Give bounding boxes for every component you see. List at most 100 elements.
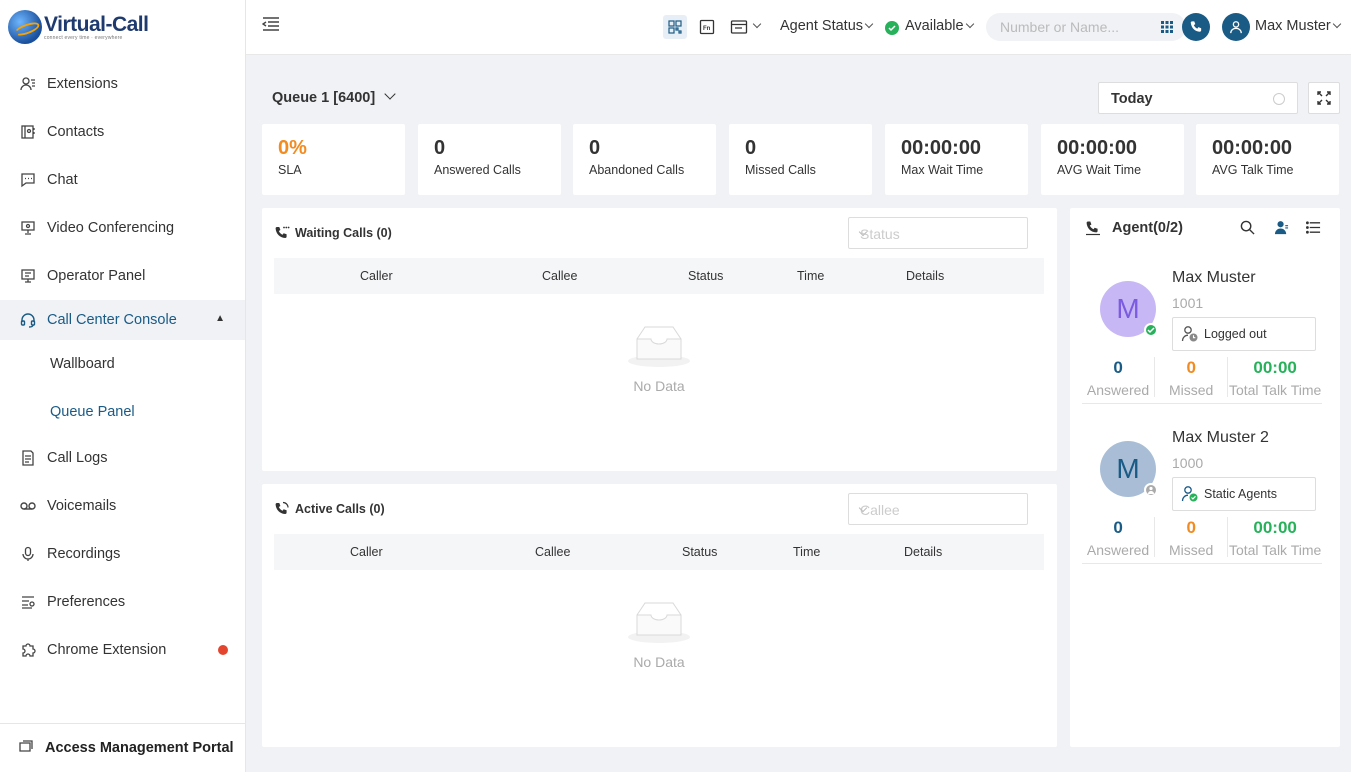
column-header-callee[interactable]: Callee — [542, 269, 577, 283]
sidebar-item-label: Chrome Extension — [47, 642, 167, 658]
agent-stats: 0 Answered 0 Missed 00:00 Total Talk Time — [1082, 517, 1322, 558]
search-icon[interactable] — [1240, 220, 1255, 238]
panel-title-text: Waiting Calls (0) — [295, 226, 392, 240]
active-calls-title: Active Calls (0) — [274, 501, 385, 517]
column-header-status[interactable]: Status — [682, 545, 717, 559]
sidebar-item-label: Call Logs — [47, 450, 108, 466]
stat-card-abandoned-calls: 0 Abandoned Calls — [573, 124, 716, 195]
phone-icon — [1086, 221, 1100, 236]
qr-code-icon[interactable] — [663, 15, 687, 39]
sidebar-item-label: Extensions — [47, 76, 118, 92]
search-input[interactable] — [1000, 19, 1150, 35]
stat-label: Abandoned Calls — [589, 163, 685, 177]
fullscreen-icon — [1317, 91, 1331, 105]
status-filter-select[interactable]: Status — [848, 217, 1028, 249]
sidebar-item-label: Call Center Console — [47, 312, 177, 328]
empty-inbox-icon — [628, 326, 690, 367]
menu-toggle-icon[interactable] — [261, 16, 280, 35]
operator-icon — [20, 268, 36, 284]
agent-panel-title: Agent(0/2) — [1085, 220, 1183, 236]
column-header-time[interactable]: Time — [793, 545, 820, 559]
sidebar-item-label: Voicemails — [47, 498, 117, 514]
sidebar-item-call-center-console[interactable]: Call Center Console ▲ — [0, 300, 245, 340]
fullscreen-button[interactable] — [1308, 82, 1340, 114]
stat-label: Answered Calls — [434, 163, 521, 177]
window-layout-icon[interactable] — [728, 15, 762, 39]
column-header-time[interactable]: Time — [797, 269, 824, 283]
column-header-caller[interactable]: Caller — [350, 545, 383, 559]
column-header-details[interactable]: Details — [904, 545, 942, 559]
sidebar: Virtual-Call connect every time · everyw… — [0, 0, 246, 772]
queue-selector[interactable]: Queue 1 [6400] — [272, 88, 396, 106]
sidebar-item-preferences[interactable]: Preferences — [0, 578, 245, 626]
svg-text:Fn: Fn — [703, 26, 711, 32]
brand-logo[interactable]: Virtual-Call connect every time · everyw… — [8, 10, 149, 44]
sidebar-item-label: Contacts — [47, 124, 105, 140]
sidebar-item-contacts[interactable]: Contacts — [0, 108, 245, 156]
chevron-up-icon[interactable]: ▲ — [215, 313, 225, 324]
stat-value: 0 — [589, 137, 601, 159]
sidebar-item-operator-panel[interactable]: Operator Panel — [0, 252, 245, 300]
sidebar-item-extensions[interactable]: Extensions — [0, 60, 245, 108]
queue-title: Queue 1 [6400] — [272, 90, 376, 106]
microphone-icon — [20, 546, 36, 562]
answered-label: Answered — [1086, 382, 1150, 398]
logged-out-user-icon — [1181, 326, 1198, 342]
dialpad-icon[interactable] — [1160, 20, 1174, 37]
sidebar-item-recordings[interactable]: Recordings — [0, 530, 245, 578]
agent-card[interactable]: M Max Muster 1001 Logged out 0 Answered 0… — [1082, 249, 1322, 404]
agent-count: Agent(0/2) — [1112, 220, 1183, 236]
portal-label: Access Management Portal — [45, 740, 234, 756]
date-range-picker[interactable]: Today — [1098, 82, 1298, 114]
waiting-calls-panel: Waiting Calls (0) Status Caller Callee S… — [262, 208, 1057, 471]
availability-dropdown[interactable]: Available — [905, 18, 974, 34]
column-header-caller[interactable]: Caller — [360, 269, 393, 283]
empty-state: No Data — [599, 325, 719, 394]
call-button[interactable] — [1182, 13, 1210, 41]
column-header-status[interactable]: Status — [688, 269, 723, 283]
function-key-icon[interactable]: Fn — [695, 15, 719, 39]
sidebar-item-voicemails[interactable]: Voicemails — [0, 482, 245, 530]
sidebar-item-chrome-extension[interactable]: Chrome Extension — [0, 626, 245, 674]
list-view-icon[interactable] — [1305, 220, 1321, 238]
stat-value: 0 — [434, 137, 446, 159]
callee-filter-select[interactable]: Callee — [848, 493, 1028, 525]
agent-initial: M — [1116, 453, 1140, 484]
sidebar-subitem-wallboard[interactable]: Wallboard — [0, 340, 245, 388]
stat-label: SLA — [278, 163, 302, 177]
sidebar-item-label: Preferences — [47, 594, 126, 610]
user-menu[interactable]: Max Muster — [1255, 18, 1341, 34]
sidebar-subitem-queue-panel[interactable]: Queue Panel — [0, 388, 245, 436]
check-badge-icon — [1144, 323, 1158, 337]
sidebar-item-video-conferencing[interactable]: Video Conferencing — [0, 204, 245, 252]
chevron-down-icon — [864, 19, 874, 29]
chat-icon — [20, 172, 36, 188]
sidebar-item-chat[interactable]: Chat — [0, 156, 245, 204]
agent-status-dropdown[interactable]: Agent Status — [780, 18, 874, 34]
agent-card-view-icon[interactable] — [1274, 220, 1289, 238]
answered-count: 0 — [1113, 518, 1123, 537]
globe-icon — [8, 10, 42, 44]
stat-value: 00:00:00 — [901, 137, 982, 159]
access-management-portal-link[interactable]: Access Management Portal — [0, 723, 245, 772]
sidebar-item-call-logs[interactable]: Call Logs — [0, 434, 245, 482]
sidebar-subitem-label: Queue Panel — [50, 404, 135, 420]
missed-label: Missed — [1169, 382, 1214, 398]
stat-card-missed-calls: 0 Missed Calls — [729, 124, 872, 195]
column-header-callee[interactable]: Callee — [535, 545, 570, 559]
talk-time-label: Total Talk Time — [1228, 382, 1322, 398]
agent-status-button[interactable]: Static Agents — [1172, 477, 1316, 511]
column-header-details[interactable]: Details — [906, 269, 944, 283]
agent-name: Max Muster — [1172, 269, 1256, 286]
video-icon — [20, 220, 36, 236]
active-calls-table-header: Caller Callee Status Time Details — [274, 534, 1044, 570]
agent-status-label: Static Agents — [1204, 487, 1277, 501]
user-avatar[interactable] — [1222, 13, 1250, 41]
sidebar-item-label: Operator Panel — [47, 268, 146, 284]
stat-card-sla: 0% SLA — [262, 124, 405, 195]
active-calls-panel: Active Calls (0) Callee Caller Callee St… — [262, 484, 1057, 747]
stat-card-avg-wait-time: 00:00:00 AVG Wait Time — [1041, 124, 1184, 195]
date-range-value: Today — [1111, 91, 1153, 107]
agent-status-button[interactable]: Logged out — [1172, 317, 1316, 351]
agent-card[interactable]: M Max Muster 2 1000 Static Agents 0 Answe… — [1082, 409, 1322, 564]
